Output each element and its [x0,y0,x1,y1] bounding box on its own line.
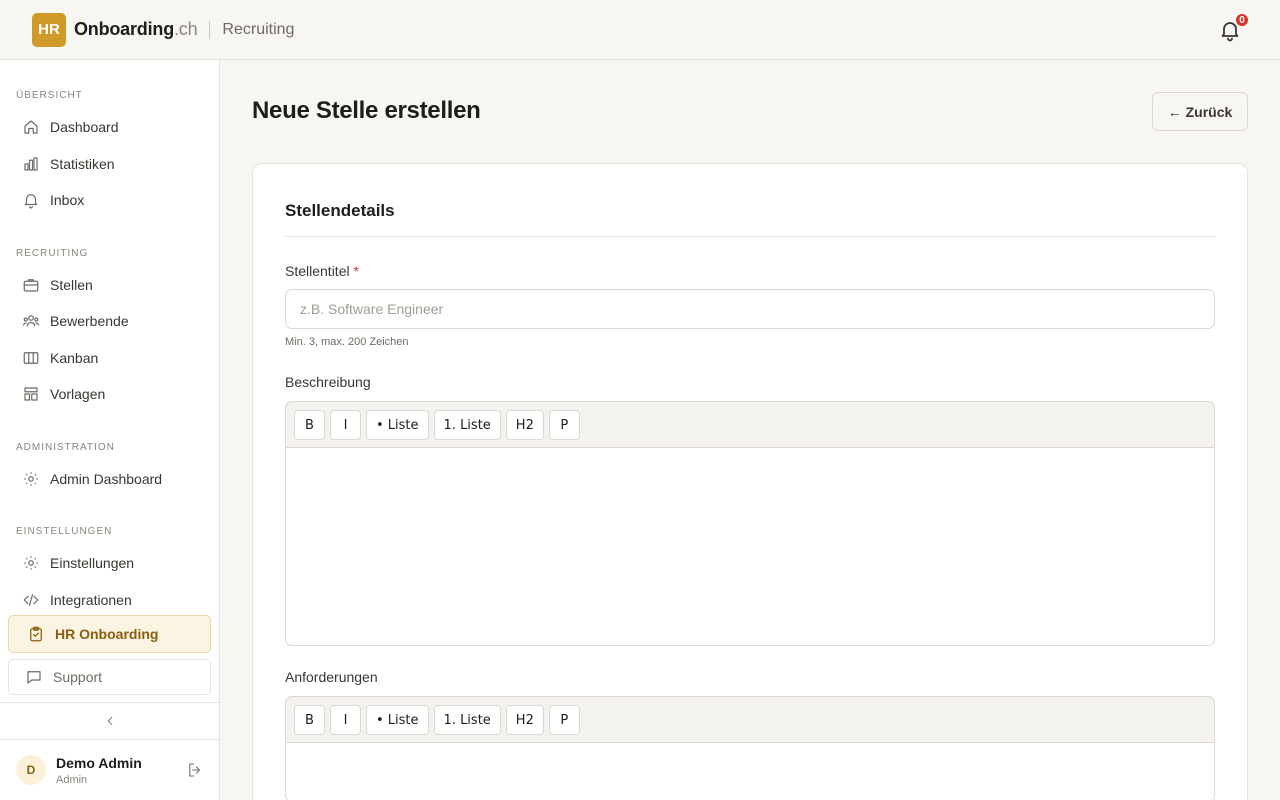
job-title-input[interactable] [285,289,1215,329]
bar-chart-icon [24,157,38,171]
sidebar-item-label: Inbox [50,192,85,208]
section-label-administration: ADMINISTRATION [16,442,115,453]
section-label-overview: ÜBERSICHT [16,90,83,101]
user-profile[interactable]: D Demo Admin Admin [16,750,204,790]
user-name: Demo Admin [56,754,142,771]
bell-icon [24,194,38,209]
job-title-hint: Min. 3, max. 200 Zeichen [285,336,409,348]
support-button[interactable]: Support [8,659,211,695]
sidebar-item-vorlagen[interactable]: Vorlagen [16,378,212,410]
sidebar-item-bewerbende[interactable]: Bewerbende [16,305,212,337]
sidebar-item-label: Einstellungen [50,555,135,571]
sidebar-item-label: HR Onboarding [55,626,159,642]
bullet-list-button[interactable]: • Liste [366,410,429,440]
italic-button[interactable]: I [330,705,361,735]
brand-name-text: Onboarding [74,19,174,39]
bold-button[interactable]: B [294,410,325,440]
sidebar-item-kanban[interactable]: Kanban [16,342,212,374]
users-icon [22,315,40,327]
sidebar-item-label: Bewerbende [50,313,129,329]
gear-icon [24,556,38,570]
sidebar-item-label: Kanban [50,350,99,366]
sidebar-item-label: Dashboard [50,119,119,135]
job-title-label: Stellentitel * [285,263,359,279]
logo[interactable]: HR [32,12,66,47]
sidebar-item-hr-onboarding[interactable]: HR Onboarding [8,615,211,653]
sidebar-item-statistiken[interactable]: Statistiken [16,148,212,180]
paragraph-button[interactable]: P [548,410,580,440]
bullet-list-button[interactable]: • Liste [366,705,429,735]
numbered-list-button[interactable]: 1. Liste [433,410,501,440]
job-details-card: Stellendetails Stellentitel * Min. 3, ma… [252,163,1248,800]
brand-section: Recruiting [222,20,295,38]
section-label-einstellungen: EINSTELLUNGEN [16,526,113,537]
sidebar-item-inbox[interactable]: Inbox [16,184,212,216]
logo-text: HR [38,21,60,38]
sidebar-item-integrationen[interactable]: Integrationen [16,584,212,616]
notifications-button[interactable]: 0 [1218,12,1250,42]
heading-button[interactable]: H2 [505,410,544,440]
paragraph-button[interactable]: P [548,705,580,735]
card-title: Stellendetails [285,201,395,220]
support-label: Support [53,669,103,685]
briefcase-icon [23,279,39,292]
sidebar-item-stellen[interactable]: Stellen [16,269,212,301]
template-icon [24,387,38,401]
logout-icon[interactable] [186,761,204,779]
sidebar-item-admin-dashboard[interactable]: Admin Dashboard [16,463,212,495]
required-mark: * [353,263,359,279]
chevron-left-icon [106,716,112,726]
job-title-label-text: Stellentitel [285,263,350,279]
sidebar-item-label: Admin Dashboard [50,471,163,487]
brand-tld: .ch [174,19,198,39]
bold-button[interactable]: B [294,705,325,735]
columns-icon [23,352,39,364]
code-icon [23,594,39,606]
description-label: Beschreibung [285,374,371,390]
requirements-toolbar: B I • Liste 1. Liste H2 P [285,696,1215,743]
notification-badge: 0 [1234,12,1250,28]
chat-icon [27,671,41,684]
sidebar-item-dashboard[interactable]: Dashboard [16,111,212,143]
user-role: Admin [56,773,88,786]
clipboard-check-icon [30,626,42,642]
home-icon [24,120,38,134]
user-info: Demo Admin Admin [56,755,142,786]
sidebar-item-label: Statistiken [50,156,115,172]
top-bar: HR Onboarding.ch Recruiting 0 [0,0,1280,60]
sidebar-item-label: Integrationen [50,592,132,608]
sidebar: ÜBERSICHT Dashboard Statistiken Inbox RE… [0,60,220,800]
italic-button[interactable]: I [330,410,361,440]
requirements-label: Anforderungen [285,669,378,685]
sidebar-item-label: Vorlagen [50,386,106,402]
avatar: D [16,755,46,785]
description-editor[interactable] [285,447,1215,646]
description-toolbar: B I • Liste 1. Liste H2 P [285,401,1215,448]
numbered-list-button[interactable]: 1. Liste [433,705,501,735]
back-button[interactable]: ← Zurück [1152,92,1248,131]
brand-separator [209,20,211,39]
heading-button[interactable]: H2 [505,705,544,735]
sidebar-item-einstellungen[interactable]: Einstellungen [16,547,212,579]
page-title: Neue Stelle erstellen [252,97,481,124]
divider [285,236,1215,237]
section-label-recruiting: RECRUITING [16,248,89,259]
sidebar-item-label: Stellen [50,277,93,293]
collapse-sidebar-button[interactable] [0,702,219,740]
requirements-editor[interactable] [285,742,1215,800]
brand-name[interactable]: Onboarding.ch [74,19,198,40]
gear-icon [24,472,38,486]
